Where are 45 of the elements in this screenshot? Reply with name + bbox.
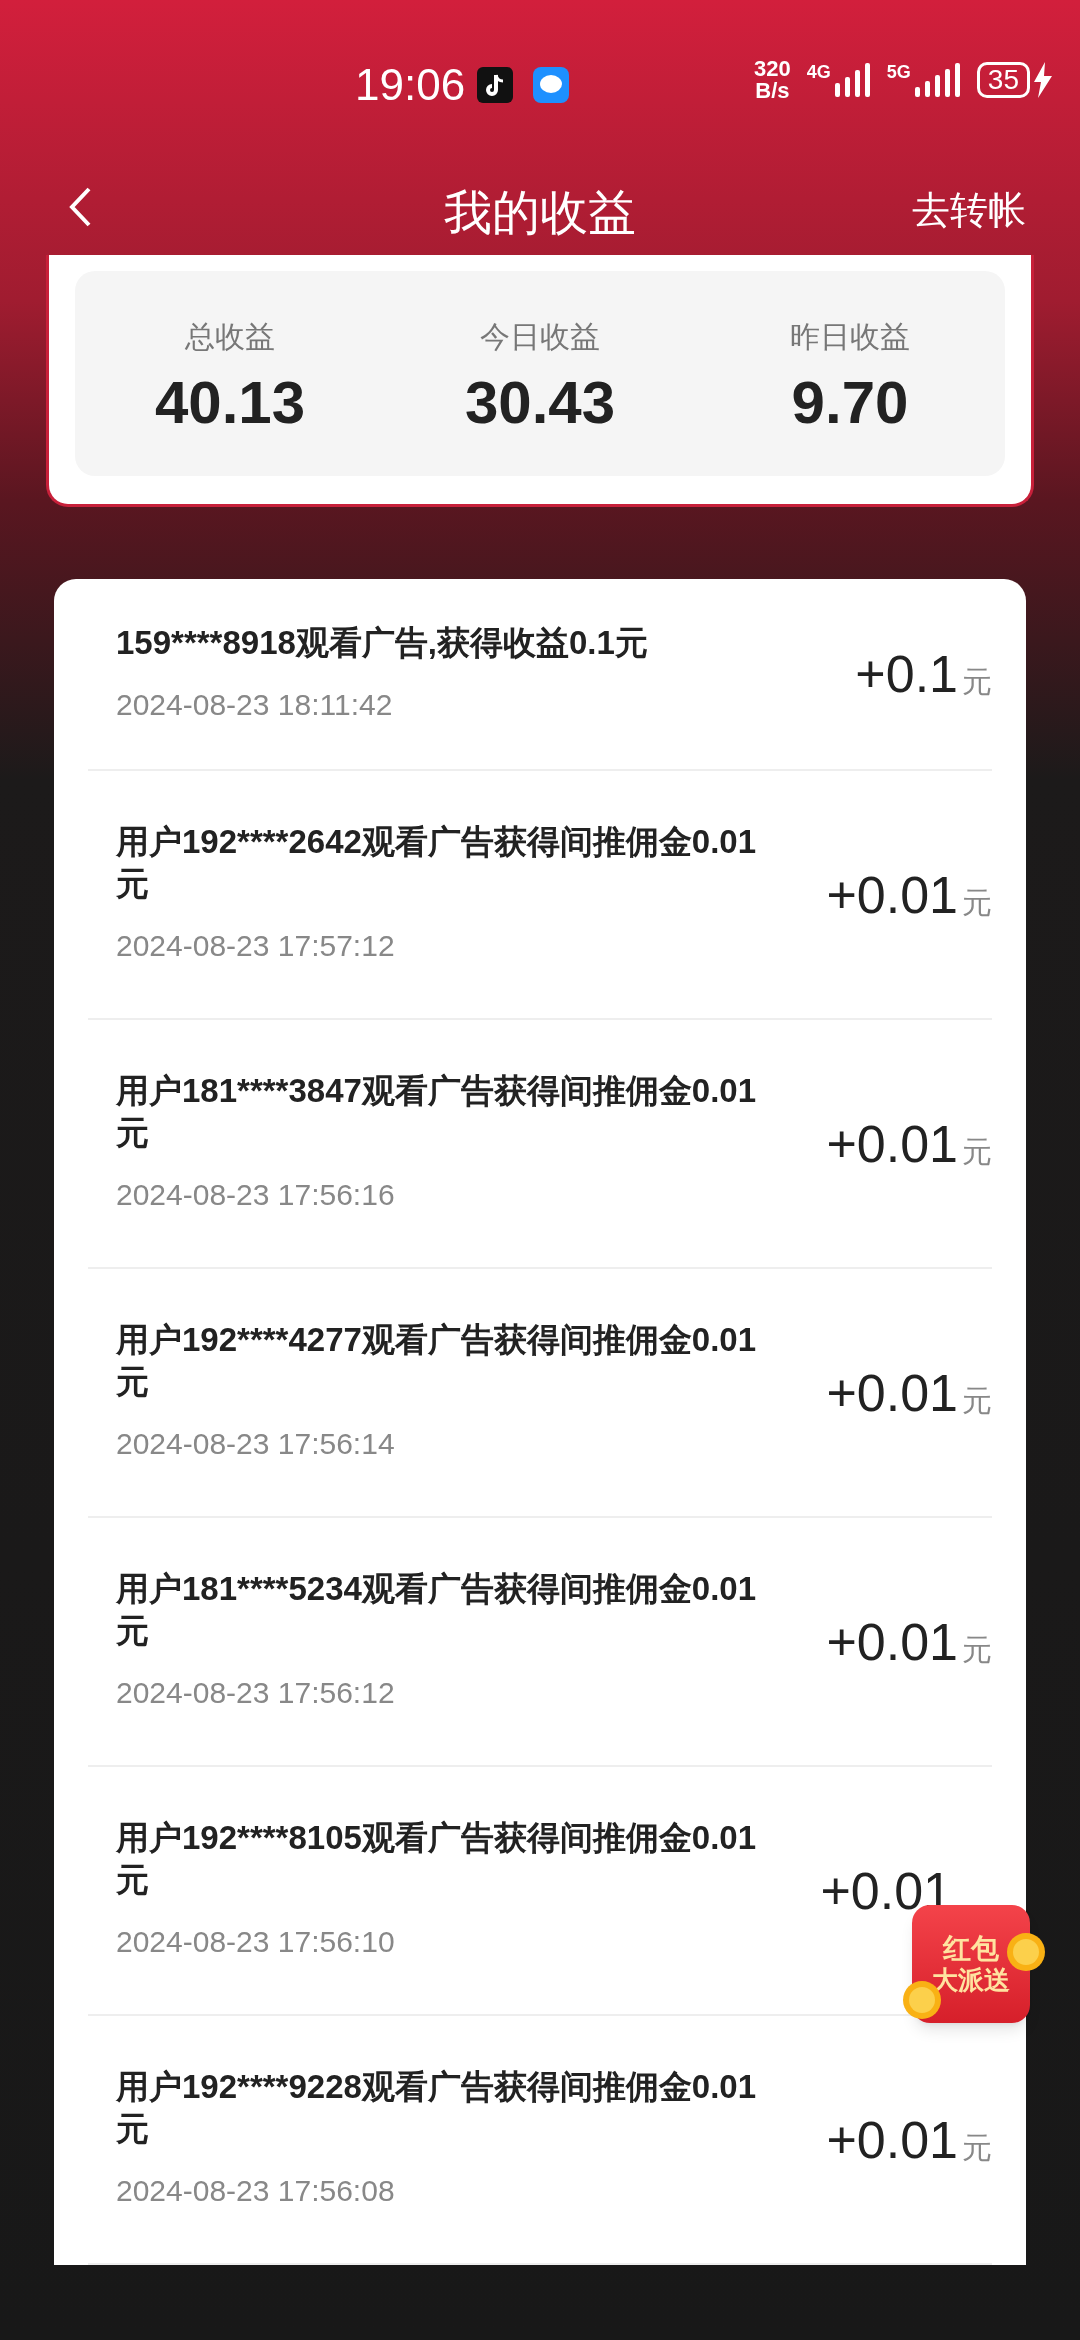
summary-value: 9.70 bbox=[791, 373, 909, 433]
record-title: 用户192****2642观看广告获得间推佣金0.01元 bbox=[116, 822, 758, 904]
back-icon bbox=[69, 187, 91, 227]
charging-icon bbox=[1034, 62, 1052, 98]
signal-icon bbox=[834, 63, 871, 97]
amount-unit: 元 bbox=[962, 884, 992, 921]
record-time: 2024-08-23 17:56:12 bbox=[116, 1675, 396, 1711]
summary-value: 40.13 bbox=[154, 373, 306, 433]
record-time: 2024-08-23 17:56:14 bbox=[116, 1426, 396, 1462]
record-time: 2024-08-23 17:56:10 bbox=[116, 1924, 396, 1960]
transfer-link[interactable]: 去转帐 bbox=[912, 182, 1026, 239]
amount-unit: 元 bbox=[962, 1382, 992, 1419]
summary-value: 30.43 bbox=[464, 373, 616, 433]
app-icon bbox=[477, 67, 514, 103]
clock-time: 19:06 bbox=[355, 59, 466, 111]
record-amount: +0.1 bbox=[855, 644, 958, 705]
amount-unit: 元 bbox=[962, 1133, 992, 1170]
amount-unit: 元 bbox=[962, 664, 992, 700]
amount-unit: 元 bbox=[962, 1631, 992, 1668]
record-time: 2024-08-23 17:57:12 bbox=[116, 928, 396, 964]
network-label: 5G bbox=[886, 63, 911, 81]
summary-label: 今日收益 bbox=[480, 319, 600, 355]
amount-unit: 元 bbox=[962, 2129, 992, 2166]
battery-level: 35 bbox=[976, 62, 1030, 98]
network-speed: 320 B/s bbox=[754, 58, 791, 102]
record-title: 用户181****5234观看广告获得间推佣金0.01元 bbox=[116, 1569, 758, 1651]
record-title: 用户192****8105观看广告获得间推佣金0.01元 bbox=[116, 1818, 758, 1900]
record-time: 2024-08-23 17:56:16 bbox=[116, 1177, 396, 1213]
summary-label: 昨日收益 bbox=[790, 319, 910, 355]
page-title: 我的收益 bbox=[444, 184, 636, 241]
record-amount: +0.01 bbox=[826, 2109, 958, 2171]
record-title: 用户192****9228观看广告获得间推佣金0.01元 bbox=[116, 2067, 758, 2149]
chat-icon bbox=[533, 67, 570, 103]
record-amount: +0.01 bbox=[826, 864, 958, 926]
record-amount: +0.01 bbox=[826, 1113, 958, 1175]
record-amount: +0.01 bbox=[826, 1611, 958, 1673]
record-time: 2024-08-23 18:11:42 bbox=[116, 686, 394, 723]
record-title: 用户181****3847观看广告获得间推佣金0.01元 bbox=[116, 1071, 758, 1153]
record-amount: +0.01 bbox=[826, 1362, 958, 1424]
record-time: 2024-08-23 17:56:08 bbox=[116, 2173, 396, 2209]
summary-label: 总收益 bbox=[185, 319, 275, 355]
record-title: 用户192****4277观看广告获得间推佣金0.01元 bbox=[116, 1320, 758, 1402]
network-label: 4G bbox=[806, 63, 831, 81]
record-title: 159****8918观看广告,获得收益0.1元 bbox=[116, 622, 649, 663]
signal-icon bbox=[914, 63, 961, 97]
